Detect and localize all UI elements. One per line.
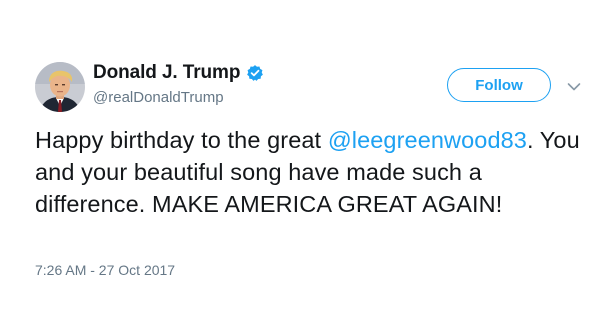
tweet-timestamp[interactable]: 7:26 AM - 27 Oct 2017 [35,262,175,278]
author-name[interactable]: Donald J. Trump [93,62,240,84]
chevron-down-icon[interactable] [567,79,581,91]
avatar[interactable] [35,62,85,112]
avatar-image [35,62,85,112]
follow-button[interactable]: Follow [447,68,551,102]
tweet-card: Donald J. Trump @realDonaldTrump Follow … [0,0,608,309]
author-name-row: Donald J. Trump [93,62,264,84]
tweet-text-before-mention: Happy birthday to the great [35,127,328,153]
verified-badge-icon [246,64,264,82]
mention-link[interactable]: @leegreenwood83 [328,127,527,153]
tweet-text: Happy birthday to the great @leegreenwoo… [35,124,595,220]
author-handle[interactable]: @realDonaldTrump [93,89,224,106]
